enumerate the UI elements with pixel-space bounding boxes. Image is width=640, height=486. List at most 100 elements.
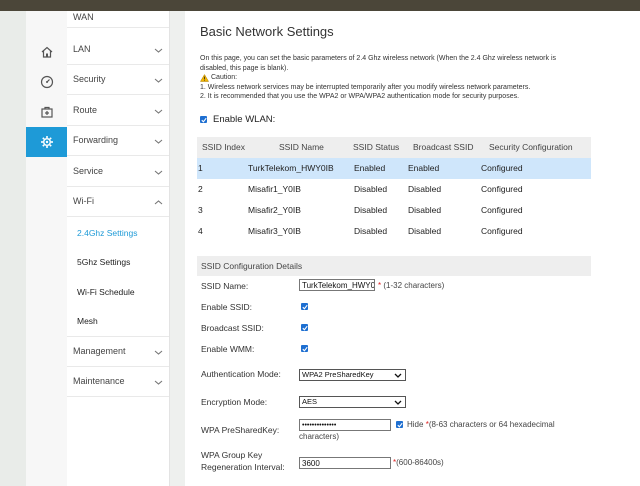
table-cell: 3 <box>198 205 203 215</box>
hide-label: Hide <box>407 420 424 429</box>
caution-item: 2. It is recommended that you use the WP… <box>200 93 520 101</box>
broadcast-ssid-checkbox[interactable] <box>301 324 308 331</box>
group-key-label-line: WPA Group Key <box>201 450 263 460</box>
main-content: Basic Network Settings On this page, you… <box>185 11 640 486</box>
enable-ssid-label: Enable SSID: <box>201 302 253 312</box>
encryption-mode-label: Encryption Mode: <box>201 397 268 407</box>
left-margin <box>0 11 26 486</box>
table-cell: Misafir1_Y0IB <box>248 184 301 194</box>
gear-icon <box>40 136 53 148</box>
submenu-item-5ghz[interactable]: 5Ghz Settings <box>67 248 169 277</box>
submenu-item-2-4ghz[interactable]: 2.4Ghz Settings <box>67 219 169 248</box>
enable-wlan-row: Enable WLAN: <box>200 114 275 125</box>
table-cell: Disabled <box>354 184 388 194</box>
group-key-interval-input[interactable]: 3600 <box>299 457 391 469</box>
hide-psk-checkbox[interactable] <box>396 421 403 428</box>
home-icon <box>41 46 52 58</box>
menu-item-lan[interactable]: LAN <box>67 35 169 65</box>
menu-item-label: LAN <box>73 44 91 54</box>
table-cell: Disabled <box>408 184 442 194</box>
menu-item-wan[interactable]: WAN <box>67 6 169 28</box>
chevron-down-icon <box>154 78 163 83</box>
table-cell: TurkTelekom_HWY0IB <box>248 163 334 173</box>
table-row[interactable]: 2 Misafir1_Y0IB Disabled Disabled Config… <box>197 179 591 200</box>
menu-item-forwarding[interactable]: Forwarding <box>67 126 169 156</box>
enable-wlan-checkbox[interactable] <box>200 116 207 123</box>
table-cell: Configured <box>481 205 523 215</box>
table-cell: Configured <box>481 226 523 236</box>
check-icon <box>396 422 403 428</box>
enable-ssid-checkbox[interactable] <box>301 303 308 310</box>
submenu-item-label: 5Ghz Settings <box>77 257 131 267</box>
ssid-name-hint: * (1-32 characters) <box>378 281 444 291</box>
menu-item-label: Management <box>73 346 126 356</box>
chevron-up-icon <box>154 200 163 205</box>
check-icon <box>301 304 308 310</box>
intro-line: On this page, you can set the basic para… <box>200 55 556 62</box>
table-row[interactable]: 4 Misafir3_Y0IB Disabled Disabled Config… <box>197 221 591 242</box>
enable-wmm-checkbox[interactable] <box>301 345 308 352</box>
table-cell: 4 <box>198 226 203 236</box>
broadcast-ssid-label: Broadcast SSID: <box>201 323 264 333</box>
menu-item-label: Service <box>73 166 104 176</box>
content-gutter <box>170 11 185 486</box>
chevron-down-icon <box>154 109 163 114</box>
menu-item-maintenance[interactable]: Maintenance <box>67 367 169 397</box>
ssid-name-input[interactable]: TurkTelekom_HWY0 <box>299 279 375 291</box>
table-cell: Disabled <box>354 205 388 215</box>
submenu-item-label: Wi-Fi Schedule <box>77 287 135 297</box>
nav-home[interactable] <box>26 37 67 67</box>
enable-wmm-label: Enable WMM: <box>201 344 255 354</box>
menu-item-route[interactable]: Route <box>67 96 169 126</box>
check-icon <box>200 117 207 123</box>
caution-label: Caution: <box>211 74 238 82</box>
dashboard-icon <box>40 75 53 89</box>
hint-text: (8-63 characters or 64 hexadecimal <box>428 420 555 429</box>
page-title: Basic Network Settings <box>200 24 334 39</box>
table-cell: Disabled <box>354 226 388 236</box>
menu-item-security[interactable]: Security <box>67 65 169 95</box>
submenu-item-wifi-schedule[interactable]: Wi-Fi Schedule <box>67 278 169 307</box>
table-cell: Configured <box>481 184 523 194</box>
table-cell: Enabled <box>354 163 386 173</box>
check-icon <box>301 346 308 352</box>
table-cell: Disabled <box>408 205 442 215</box>
submenu-item-mesh[interactable]: Mesh <box>67 307 169 337</box>
ssid-name-label: SSID Name: <box>201 281 249 291</box>
psk-hint-continued: characters) <box>299 432 340 441</box>
chevron-down-icon <box>154 48 163 53</box>
menu-item-management[interactable]: Management <box>67 337 169 367</box>
menu-item-label: Wi-Fi <box>73 196 94 206</box>
table-row[interactable]: 1 TurkTelekom_HWY0IB Enabled Enabled Con… <box>197 158 591 179</box>
table-cell: Misafir3_Y0IB <box>248 226 301 236</box>
menu-item-wifi[interactable]: Wi-Fi <box>67 187 169 217</box>
psk-hint: Hide *(8-63 characters or 64 hexadecimal <box>407 420 555 430</box>
submenu-item-label: 2.4Ghz Settings <box>77 228 138 238</box>
auth-mode-select[interactable]: WPA2 PreSharedKey <box>299 369 406 381</box>
ssid-config-header: SSID Configuration Details <box>197 256 591 276</box>
intro-line: disabled, this page is blank). <box>200 64 289 72</box>
warning-icon <box>200 73 209 82</box>
chevron-down-icon <box>394 400 402 405</box>
nav-toolbox[interactable] <box>26 97 67 127</box>
menu-item-label: Maintenance <box>73 376 125 386</box>
chevron-down-icon <box>154 170 163 175</box>
table-cell: Enabled <box>408 163 440 173</box>
section-title: SSID Configuration Details <box>201 261 303 271</box>
group-key-label: WPA Group Key Regeneration Interval: <box>201 450 285 472</box>
psk-input[interactable]: •••••••••••••• <box>299 419 391 431</box>
caution-item: 1. Wireless network services may be inte… <box>200 83 531 91</box>
column-header: SSID Status <box>353 142 400 152</box>
check-icon <box>301 325 308 331</box>
encryption-mode-select[interactable]: AES <box>299 396 406 408</box>
auth-mode-label: Authentication Mode: <box>201 369 281 379</box>
table-row[interactable]: 3 Misafir2_Y0IB Disabled Disabled Config… <box>197 200 591 221</box>
caution-heading: Caution: <box>200 73 600 83</box>
auth-mode-value: WPA2 PreSharedKey <box>302 370 374 379</box>
hint-text: (1-32 characters) <box>383 281 445 290</box>
nav-settings[interactable] <box>26 127 67 157</box>
table-cell: 2 <box>198 184 203 194</box>
menu-item-label: Forwarding <box>73 135 119 145</box>
menu-item-service[interactable]: Service <box>67 157 169 187</box>
nav-dashboard[interactable] <box>26 67 67 97</box>
